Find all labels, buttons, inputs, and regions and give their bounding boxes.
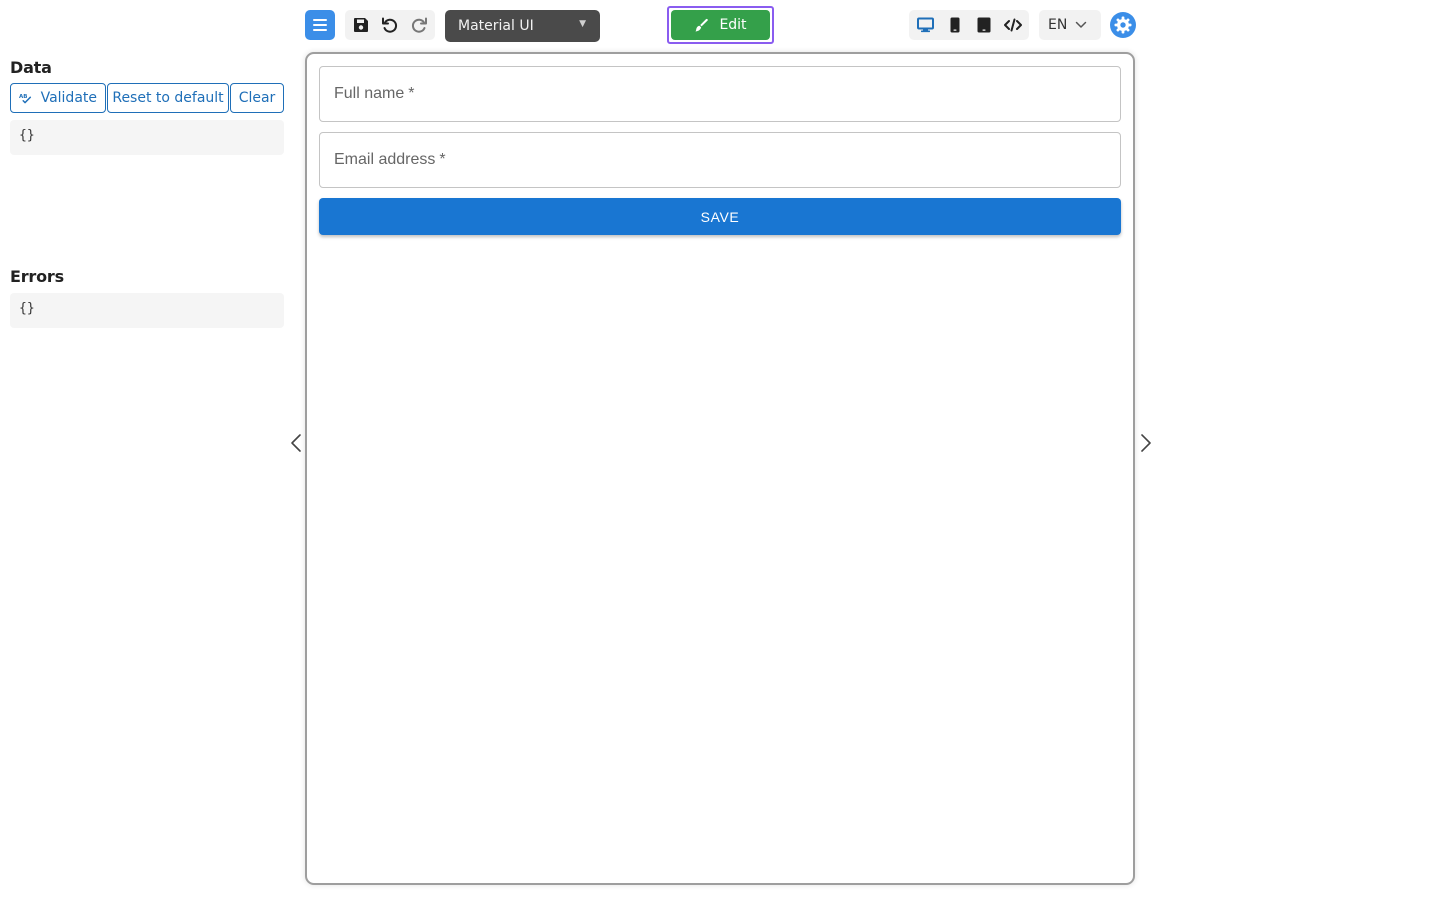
chevron-right-icon — [1141, 434, 1151, 452]
save-file-button[interactable] — [347, 11, 375, 39]
redo-button[interactable] — [405, 11, 433, 39]
validate-button-label: Validate — [40, 90, 97, 106]
floppy-disk-icon — [354, 18, 369, 32]
edit-button[interactable]: Edit — [671, 10, 770, 40]
next-arrow[interactable] — [1138, 432, 1154, 454]
full-name-field[interactable]: Full name * — [319, 66, 1121, 122]
tablet-view-button[interactable] — [970, 11, 998, 39]
theme-select[interactable]: Material UI ▼ — [445, 10, 600, 42]
full-name-label: Full name — [334, 85, 405, 102]
previous-arrow[interactable] — [288, 432, 304, 454]
required-marker: * — [408, 85, 415, 102]
email-address-label: Email address — [334, 151, 436, 168]
chevron-down-icon — [1076, 21, 1087, 28]
code-view-button[interactable] — [999, 11, 1027, 39]
settings-button[interactable] — [1110, 12, 1136, 38]
save-button[interactable]: SAVE — [319, 198, 1121, 235]
data-json-view: {} — [10, 120, 284, 155]
history-toolbar — [345, 10, 435, 40]
desktop-view-button[interactable] — [912, 11, 940, 39]
device-preview-toolbar — [909, 10, 1029, 40]
left-panel: Data AB Validate Reset to default Clear … — [10, 58, 284, 328]
code-icon — [1003, 18, 1022, 32]
settings-gear-icon — [1114, 16, 1132, 34]
form-preview-frame: Full name * Email address * SAVE — [305, 52, 1135, 885]
svg-text:AB: AB — [19, 94, 27, 100]
email-address-field[interactable]: Email address * — [319, 132, 1121, 188]
top-toolbar: Material UI ▼ Edit EN — [0, 0, 1440, 50]
edit-button-label: Edit — [719, 17, 747, 33]
reset-to-default-button[interactable]: Reset to default — [107, 83, 229, 113]
undo-button[interactable] — [376, 11, 404, 39]
undo-icon — [381, 17, 398, 33]
clear-button-label: Clear — [238, 90, 276, 106]
data-actions: AB Validate Reset to default Clear — [10, 83, 284, 113]
paintbrush-icon — [695, 18, 709, 31]
data-section-title: Data — [10, 58, 52, 77]
tablet-icon — [977, 17, 990, 33]
errors-json-view: {} — [10, 293, 284, 328]
errors-section-title: Errors — [10, 267, 64, 286]
hamburger-menu-icon — [313, 19, 327, 31]
chevron-left-icon — [291, 434, 301, 452]
edit-button-focus-ring: Edit — [667, 6, 774, 44]
language-select-value: EN — [1048, 17, 1068, 33]
reset-button-label: Reset to default — [112, 90, 224, 106]
validate-button[interactable]: AB Validate — [10, 83, 106, 113]
language-select[interactable]: EN — [1039, 10, 1101, 40]
desktop-icon — [917, 17, 934, 33]
mobile-view-button[interactable] — [941, 11, 969, 39]
mobile-icon — [950, 17, 959, 33]
clear-button[interactable]: Clear — [230, 83, 284, 113]
redo-icon — [411, 17, 427, 33]
spellcheck-icon: AB — [19, 94, 32, 103]
menu-button[interactable] — [305, 10, 335, 40]
required-marker: * — [439, 151, 446, 168]
chevron-down-icon: ▼ — [579, 19, 586, 29]
theme-select-value: Material UI — [458, 18, 534, 34]
